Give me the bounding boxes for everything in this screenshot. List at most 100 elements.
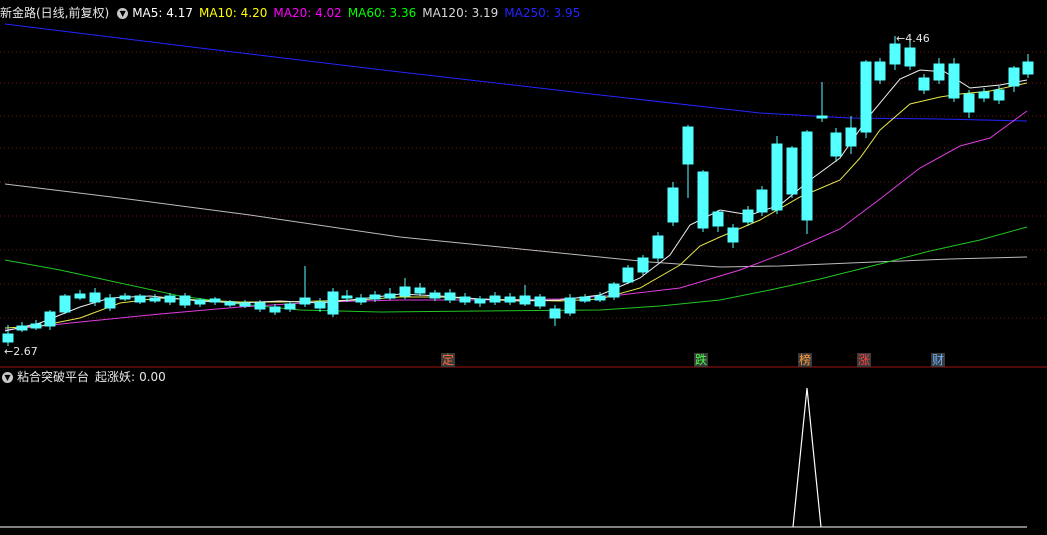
event-label: 跌 (695, 353, 708, 367)
candle-body (1022, 61, 1034, 75)
high-price-value: 4.46 (905, 32, 930, 45)
candle-down (756, 186, 768, 216)
candle-down (727, 224, 739, 248)
candle-body (963, 93, 975, 113)
candle-body (429, 292, 441, 299)
ma5-line (4, 69, 1028, 332)
candle-body (59, 295, 71, 313)
candle-down (314, 298, 326, 312)
candle-body (314, 301, 326, 309)
candle-down (682, 125, 694, 198)
candle-body (860, 61, 872, 133)
candle-body (194, 299, 206, 305)
candle-body (327, 291, 339, 315)
candle-down (712, 210, 724, 232)
ma-value: 4.20 (240, 6, 268, 20)
candle-body (104, 297, 116, 309)
candle-down (933, 58, 945, 84)
candle-body (209, 298, 221, 303)
low-price-label: ←2.67 (4, 345, 38, 358)
candle-down (963, 90, 975, 118)
ma-value: 3.36 (389, 6, 417, 20)
candle-body (30, 323, 42, 329)
candle-down (384, 288, 396, 300)
candle-body (254, 302, 266, 310)
candle-body (786, 147, 798, 195)
event-marker-ding[interactable]: 定 (441, 353, 456, 367)
candle-body (933, 63, 945, 81)
candle-body (948, 63, 960, 99)
candle-down (816, 82, 828, 122)
candle-down (948, 58, 960, 102)
event-marker-zhang[interactable]: 涨 (857, 353, 872, 367)
candle-down (697, 170, 709, 232)
candle-down (742, 206, 754, 226)
event-label: 定 (442, 353, 455, 367)
candle-body (874, 61, 886, 81)
candle-down (269, 304, 281, 315)
indicator-name: 粘合突破平台 (17, 370, 90, 384)
candle-down (414, 283, 426, 296)
ma-value: 3.95 (553, 6, 581, 20)
candle-body (993, 89, 1005, 101)
candle-down (504, 293, 516, 305)
indicator-series-value: 0.00 (139, 370, 166, 384)
ma-legend-item: MA5: 4.17 (132, 6, 193, 20)
candle-down (134, 294, 146, 304)
ma-legend: MA5: 4.17 MA10: 4.20 MA20: 4.02 MA60: 3.36 M… (132, 5, 586, 21)
moving-average-lines (4, 23, 1028, 332)
candle-down (801, 130, 813, 234)
candle-body (489, 295, 501, 303)
candle-down (209, 297, 221, 305)
candle-down (874, 58, 886, 84)
event-marker-die[interactable]: 跌 (694, 353, 709, 367)
ma-legend-item: MA10: 4.20 (199, 6, 267, 20)
indicator-panel (0, 387, 1027, 528)
ma-label: MA10: (198, 6, 241, 20)
candle-down (355, 294, 367, 305)
candle-down (608, 282, 620, 300)
candle-body (224, 301, 236, 306)
candle-body (414, 287, 426, 294)
ma-legend-item: MA60: 3.36 (348, 6, 416, 20)
candle-body (164, 295, 176, 303)
candle-body (269, 306, 281, 313)
candle-down (474, 296, 486, 307)
candle-down (1022, 54, 1034, 78)
candle-body (622, 267, 634, 283)
candle-down (579, 294, 591, 303)
candle-body (369, 294, 381, 300)
candle-body (549, 308, 561, 319)
collapse-toggle-icon[interactable]: ▼ (117, 7, 129, 19)
ma-value: 4.17 (166, 6, 193, 20)
candle-body (474, 298, 486, 304)
candle-body (579, 296, 591, 302)
candle-down (918, 74, 930, 94)
candle-body (534, 296, 546, 307)
stock-title: 新金路(日线,前复权) (0, 6, 110, 20)
candle-body (712, 211, 724, 227)
collapse-toggle-icon[interactable]: ▼ (2, 371, 13, 383)
candle-body (652, 235, 664, 259)
stock-chart[interactable] (0, 0, 1047, 535)
candle-down (119, 293, 131, 301)
ma-value: 3.19 (471, 6, 499, 20)
candle-body (459, 296, 471, 303)
candle-body (771, 143, 783, 211)
candle-down (830, 128, 842, 162)
event-label: 涨 (858, 353, 871, 367)
candle-down (1008, 66, 1020, 92)
candle-body (2, 333, 14, 343)
candle-down (860, 60, 872, 138)
candle-body (74, 293, 86, 299)
candle-down (104, 294, 116, 311)
candle-body (564, 297, 576, 314)
candle-body (904, 47, 916, 67)
candle-body (384, 293, 396, 299)
event-marker-cai[interactable]: 财 (931, 353, 946, 367)
ma-label: MA120: (422, 6, 472, 20)
event-marker-bang[interactable]: 榜 (798, 353, 813, 367)
price-grid (0, 51, 1047, 319)
candle-body (801, 131, 813, 221)
ma-value: 4.02 (315, 6, 342, 20)
